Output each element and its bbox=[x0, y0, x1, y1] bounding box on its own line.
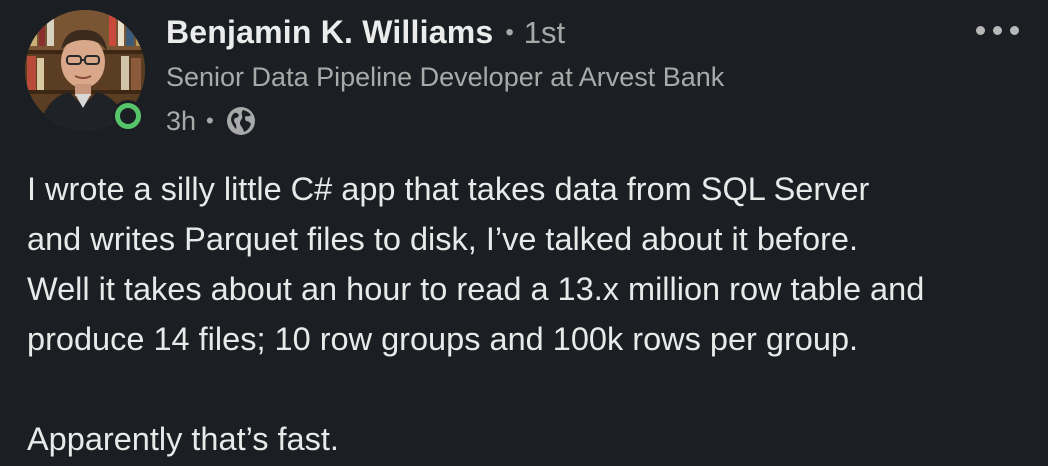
separator-dot: • bbox=[206, 108, 214, 133]
post-body-line: I wrote a silly little C# app that takes… bbox=[27, 171, 870, 207]
author-name-line: Benjamin K. Williams • 1st bbox=[166, 14, 565, 58]
post-body-closing: Apparently that’s fast. bbox=[27, 421, 339, 457]
author-headline[interactable]: Senior Data Pipeline Developer at Arvest… bbox=[166, 62, 724, 93]
connection-degree: 1st bbox=[523, 15, 566, 50]
author-avatar-link[interactable] bbox=[25, 10, 147, 132]
post-body-line: Well it takes about an hour to read a 13… bbox=[27, 271, 925, 307]
author-name[interactable]: Benjamin K. Williams bbox=[166, 14, 493, 51]
separator-dot: • bbox=[505, 19, 514, 46]
post-body: I wrote a silly little C# app that takes… bbox=[27, 164, 1037, 464]
post-timestamp: 3h bbox=[166, 105, 197, 136]
more-dot bbox=[1009, 25, 1019, 35]
more-horizontal-icon bbox=[975, 25, 985, 35]
online-status-icon bbox=[115, 103, 141, 129]
more-dot bbox=[992, 25, 1002, 35]
presence-indicator bbox=[112, 100, 144, 132]
post-meta: 3h • bbox=[166, 102, 258, 140]
post-body-line: produce 14 files; 10 row groups and 100k… bbox=[27, 321, 859, 357]
more-options-button[interactable] bbox=[962, 12, 1032, 48]
globe-icon bbox=[224, 104, 258, 138]
feed-post: Benjamin K. Williams • 1st Senior Data P… bbox=[0, 0, 1048, 466]
post-body-line: and writes Parquet files to disk, I’ve t… bbox=[27, 221, 859, 257]
